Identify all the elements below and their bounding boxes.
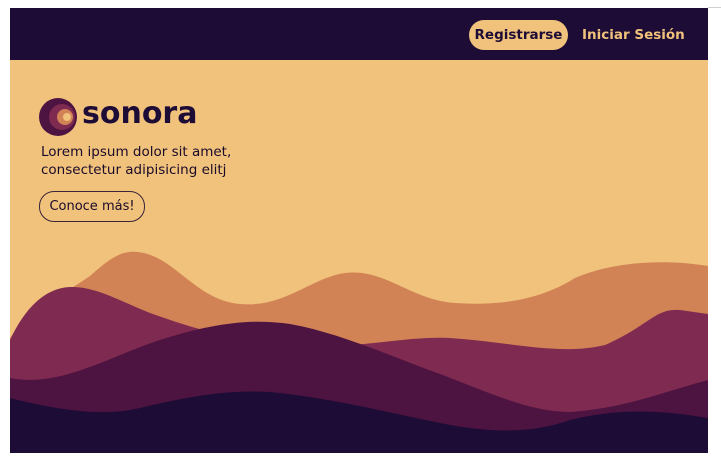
learn-more-button[interactable]: Conoce más! (39, 191, 145, 222)
tagline-line-2: consectetur adipisicing elitj (41, 162, 227, 178)
hero-tagline: Lorem ipsum dolor sit amet, consectetur … (41, 143, 341, 179)
mountain-waves-illustration (10, 251, 708, 453)
register-button[interactable]: Registrarse (469, 20, 568, 50)
landing-page: Registrarse Iniciar Sesión sonora Lorem … (10, 8, 708, 453)
top-navbar: Registrarse Iniciar Sesión (10, 8, 708, 60)
tagline-line-1: Lorem ipsum dolor sit amet, (41, 144, 232, 160)
window-edge-line (708, 7, 721, 8)
sun-rings-icon (39, 98, 77, 136)
login-link[interactable]: Iniciar Sesión (582, 20, 685, 50)
brand-name: sonora (82, 96, 198, 131)
